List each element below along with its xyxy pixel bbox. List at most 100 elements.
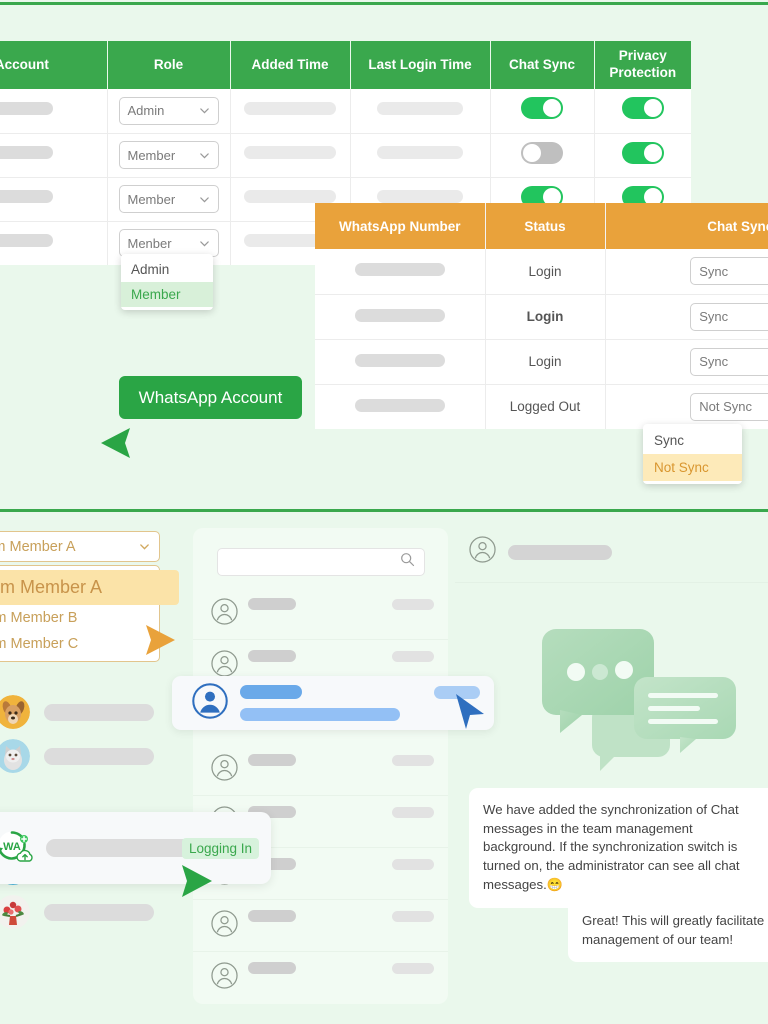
status-cell: Login [485, 249, 606, 295]
status-badge: Logging In [181, 838, 259, 859]
avatar-placeholder-icon [211, 910, 238, 942]
team-member-option-b[interactable]: Team Member B [0, 605, 159, 631]
sync-dropdown-menu[interactable]: Sync Not Sync [643, 424, 742, 484]
name-placeholder [248, 650, 296, 662]
team-member-option-c[interactable]: Team Member C [0, 631, 159, 657]
list-item-top [248, 754, 434, 766]
role-select-value: Member [127, 147, 176, 163]
name-placeholder [248, 962, 296, 974]
sync-option-sync[interactable]: Sync [643, 427, 742, 454]
role-select[interactable]: Member [118, 141, 219, 169]
chat-sync-toggle[interactable] [521, 97, 563, 120]
number-placeholder [354, 353, 445, 367]
privacy-toggle[interactable] [621, 97, 664, 120]
role-cell: Member [107, 177, 231, 222]
role-select[interactable]: Admin [118, 96, 219, 125]
time-placeholder [392, 598, 434, 610]
section-divider-line [0, 509, 768, 512]
sync-select-value: Not Sync [699, 399, 752, 415]
list-item-top [248, 910, 434, 922]
name-placeholder [248, 598, 296, 610]
avatar-placeholder-icon [211, 962, 238, 994]
privacy-toggle[interactable] [621, 141, 664, 164]
number-cell [315, 384, 486, 429]
sync-select-open[interactable]: Not Sync [690, 392, 768, 421]
role-dropdown-menu[interactable]: Admin Member [121, 254, 213, 310]
status-cell: Login [485, 294, 606, 340]
chat-sync-toggle[interactable] [521, 141, 563, 164]
role-select-value: Member [127, 191, 176, 207]
role-select[interactable]: Member [118, 185, 219, 213]
number-cell [315, 294, 486, 340]
team-member-dropdown-menu[interactable]: Team Member A Team Member B Team Member … [0, 565, 179, 662]
list-item[interactable] [0, 690, 168, 734]
conversation-header [455, 520, 768, 583]
col-status: Status [485, 203, 606, 249]
emoji-grin-icon: 😁 [546, 876, 563, 892]
screenshot-root: ADesk Account Role Added Time Last Login… [0, 0, 768, 1024]
chat-conversation-panel: We have added the synchronization of Cha… [455, 520, 768, 1024]
whatsapp-account-button[interactable]: WhatsApp Account [119, 376, 302, 419]
preview-placeholder [240, 708, 400, 721]
table-row: Member [0, 133, 691, 178]
account-placeholder [0, 146, 54, 159]
avatar-flowers [0, 895, 30, 929]
list-item-top [248, 858, 434, 870]
sync-option-not-sync[interactable]: Not Sync [643, 454, 742, 481]
sync-select-value: Sync [699, 263, 729, 279]
time-placeholder [392, 650, 434, 662]
name-placeholder [248, 910, 296, 922]
avatar-dog [0, 695, 30, 729]
list-item-lines [248, 754, 434, 766]
toggle-knob [523, 143, 541, 162]
sync-select[interactable]: Sync [690, 347, 768, 376]
team-member-select[interactable]: Team Member A [0, 531, 160, 562]
account-placeholder [0, 101, 54, 115]
account-cell [0, 133, 108, 178]
search-input[interactable] [217, 548, 425, 576]
role-option-admin[interactable]: Admin [121, 257, 213, 282]
sync-select[interactable]: Sync [690, 257, 768, 286]
conversation-title-placeholder [508, 544, 612, 560]
selected-conversation-card[interactable] [172, 676, 494, 730]
chevron-down-icon [139, 541, 150, 552]
last-login-cell [350, 133, 491, 178]
chat-sync-cell [490, 133, 595, 178]
list-item[interactable] [193, 900, 448, 952]
list-item[interactable] [193, 952, 448, 1004]
avatar-selected-icon [192, 682, 228, 724]
logging-in-account-card[interactable]: WA Logging In [0, 812, 271, 884]
name-placeholder [240, 685, 302, 699]
account-cell [0, 89, 108, 134]
added-time-placeholder [244, 190, 336, 203]
account-placeholder [0, 190, 54, 203]
col-role: Role [107, 41, 231, 89]
last-login-placeholder [377, 101, 463, 115]
list-item-top [248, 598, 434, 610]
team-member-option-a[interactable]: Team Member A [0, 570, 179, 605]
list-item-lines [248, 650, 434, 662]
sync-select[interactable]: Sync [690, 302, 768, 331]
col-privacy-protection: Privacy Protection [594, 41, 691, 89]
list-item[interactable] [0, 734, 168, 778]
list-item-lines [248, 910, 434, 922]
table-row: Login Sync [315, 339, 768, 385]
table-row: Login Sync [315, 294, 768, 340]
chat-message-outgoing: Great! This will greatly facilitate mana… [568, 899, 768, 963]
chat-message-incoming: We have added the synchronization of Cha… [469, 788, 768, 908]
list-item[interactable] [193, 744, 448, 796]
table-header-row: WhatsApp Number Status Chat Sync [315, 203, 768, 249]
chat-bubbles-illustration [530, 605, 746, 780]
contact-name-placeholder [44, 903, 154, 921]
svg-text:WA: WA [3, 841, 21, 853]
list-item[interactable] [193, 588, 448, 640]
list-item[interactable] [0, 890, 168, 934]
number-placeholder [354, 308, 445, 322]
chevron-down-icon [199, 105, 210, 116]
time-placeholder [392, 962, 434, 974]
chat-message-text: We have added the synchronization of Cha… [483, 802, 740, 892]
role-option-member[interactable]: Member [121, 282, 213, 307]
time-placeholder [392, 806, 434, 818]
list-item-top [248, 962, 434, 974]
sync-select-value: Sync [699, 309, 729, 324]
